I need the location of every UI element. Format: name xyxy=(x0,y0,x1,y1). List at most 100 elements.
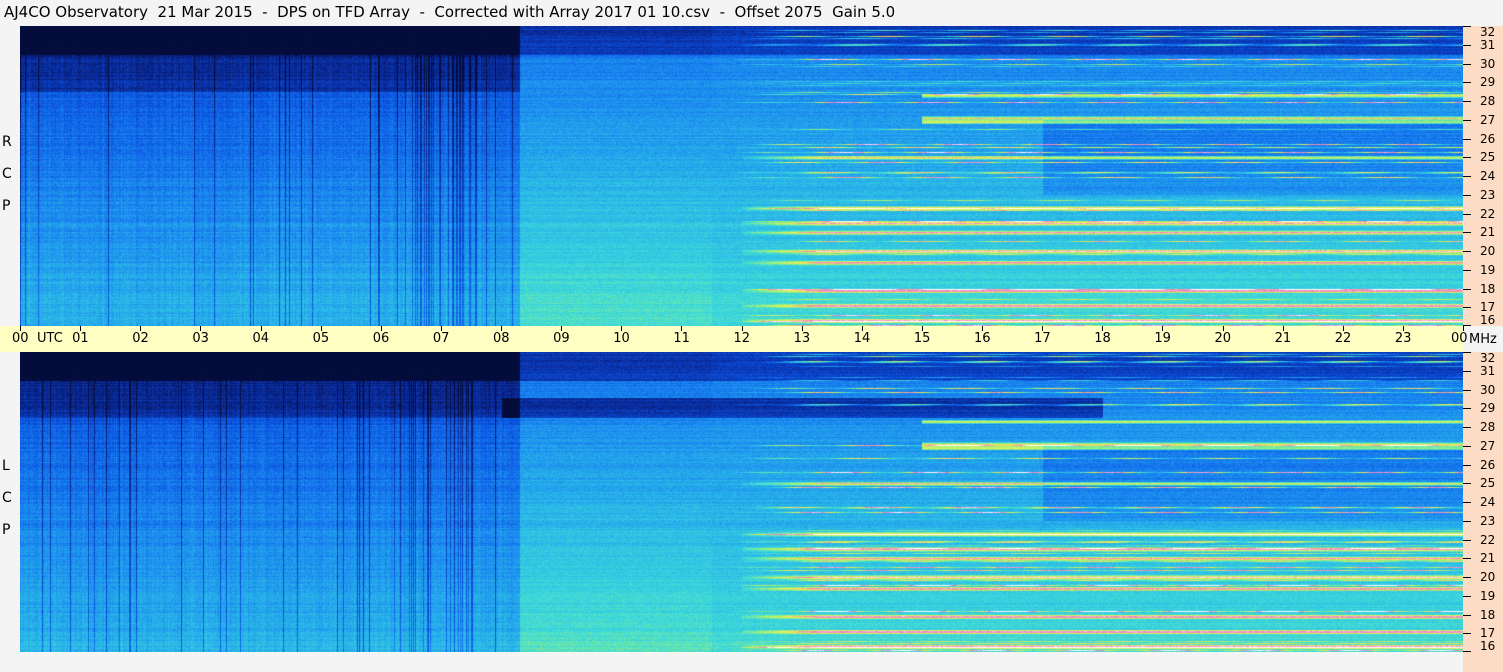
time-tick-mark xyxy=(1463,326,1464,331)
lcp-spectrogram xyxy=(20,352,1463,652)
time-tick-label: 13 xyxy=(793,331,811,346)
frequency-tick-mark xyxy=(1463,63,1471,65)
frequency-tick-label: 27 xyxy=(1480,112,1496,127)
time-tick-mark xyxy=(440,326,442,331)
frequency-tick-mark xyxy=(1463,502,1471,503)
time-tick-label: 17 xyxy=(1034,331,1051,346)
time-tick-mark xyxy=(741,326,743,331)
frequency-tick-mark xyxy=(1463,558,1471,560)
frequency-tick-label: 24 xyxy=(1480,169,1496,183)
time-tick-label: 00 xyxy=(1451,331,1468,346)
frequency-tick-label: 31 xyxy=(1480,37,1496,52)
frequency-tick-mark xyxy=(1463,633,1471,635)
time-tick-mark xyxy=(861,326,863,331)
frequency-tick-mark xyxy=(1463,44,1471,46)
frequency-tick-mark xyxy=(1463,157,1471,159)
frequency-tick-label: 27 xyxy=(1480,438,1496,453)
frequency-tick-mark xyxy=(1463,251,1471,252)
time-tick-label: 20 xyxy=(1214,331,1232,346)
time-tick-mark xyxy=(1162,326,1164,331)
time-tick-mark xyxy=(801,326,803,331)
rcp-label-c: C xyxy=(2,166,12,182)
time-tick-mark xyxy=(921,326,923,331)
time-tick-label: 22 xyxy=(1334,331,1352,346)
frequency-tick-mark xyxy=(1463,232,1471,234)
frequency-tick-label: 30 xyxy=(1480,382,1496,397)
frequency-tick-mark xyxy=(1463,269,1471,271)
time-tick-mark xyxy=(621,326,623,331)
frequency-tick-label: 16 xyxy=(1480,313,1496,327)
frequency-tick-label: 16 xyxy=(1480,639,1496,653)
frequency-tick-mark xyxy=(1463,176,1471,177)
frequency-tick-mark xyxy=(1463,82,1471,84)
frequency-tick-label: 25 xyxy=(1480,476,1496,491)
frequency-tick-mark xyxy=(1463,614,1471,616)
time-tick-label: 21 xyxy=(1274,331,1292,346)
time-tick-label: 01 xyxy=(72,331,89,346)
time-unit-label: UTC xyxy=(37,331,63,346)
frequency-tick-mark xyxy=(1463,101,1471,102)
time-tick-mark xyxy=(1102,326,1104,331)
frequency-tick-label: 17 xyxy=(1480,300,1496,315)
frequency-tick-label: 20 xyxy=(1480,570,1496,584)
time-tick-mark xyxy=(320,326,322,331)
time-tick-label: 08 xyxy=(493,331,510,346)
frequency-tick-label: 20 xyxy=(1480,244,1496,258)
frequency-tick-label: 23 xyxy=(1480,187,1496,202)
frequency-tick-label: 18 xyxy=(1480,607,1496,622)
frequency-unit-label: MHz xyxy=(1469,332,1497,347)
frequency-tick-mark xyxy=(1463,26,1471,27)
frequency-tick-label: 25 xyxy=(1480,150,1496,165)
frequency-tick-label: 31 xyxy=(1480,363,1496,378)
rcp-label-p: P xyxy=(2,198,11,214)
time-tick-label: 15 xyxy=(913,331,931,346)
time-tick-label: 00 xyxy=(12,331,29,346)
time-tick-mark xyxy=(982,326,983,331)
time-tick-label: 14 xyxy=(853,331,871,346)
time-tick-mark xyxy=(140,326,142,331)
frequency-tick-mark xyxy=(1463,307,1471,309)
frequency-tick-mark xyxy=(1463,288,1471,290)
rcp-label-r: R xyxy=(2,134,12,150)
frequency-tick-mark xyxy=(1463,464,1471,466)
frequency-tick-mark xyxy=(1463,352,1471,353)
time-tick-label: 09 xyxy=(553,331,570,346)
time-tick-label: 05 xyxy=(312,331,330,346)
frequency-tick-mark xyxy=(1463,119,1471,121)
time-tick-mark xyxy=(80,326,82,331)
frequency-tick-mark xyxy=(1463,483,1471,485)
time-tick-label: 18 xyxy=(1094,331,1111,346)
frequency-scale-footer xyxy=(1463,652,1503,672)
frequency-tick-label: 22 xyxy=(1480,206,1496,221)
time-tick-label: 07 xyxy=(432,331,450,346)
time-tick-mark xyxy=(1402,326,1404,331)
time-tick-label: 02 xyxy=(132,331,149,346)
time-tick-mark xyxy=(1042,326,1044,331)
rcp-spectrogram xyxy=(20,26,1463,326)
lcp-label-c: C xyxy=(2,490,12,506)
frequency-tick-mark xyxy=(1463,577,1471,578)
frequency-tick-mark xyxy=(1463,427,1471,428)
lcp-label-l: L xyxy=(2,458,10,474)
frequency-tick-label: 18 xyxy=(1480,281,1496,296)
frequency-tick-label: 32 xyxy=(1480,351,1496,365)
time-tick-mark xyxy=(1222,326,1224,331)
frequency-tick-label: 24 xyxy=(1480,495,1496,509)
frequency-tick-mark xyxy=(1463,539,1471,541)
frequency-tick-label: 17 xyxy=(1480,626,1496,641)
time-tick-label: 04 xyxy=(252,331,270,346)
frequency-tick-label: 21 xyxy=(1480,225,1496,240)
page-title: AJ4CO Observatory 21 Mar 2015 - DPS on T… xyxy=(4,3,896,21)
frequency-tick-label: 30 xyxy=(1480,56,1496,71)
time-tick-mark xyxy=(200,326,202,331)
frequency-tick-label: 22 xyxy=(1480,532,1496,547)
rcp-frequency-scale: 16 17 18 19 20 21 22 23 24 25 26 27 28 29 30 31 32 xyxy=(1463,26,1503,326)
time-axis: 00 01 02 03 04 05 06 07 08 09 10 11 12 13 14 15 16 17 18 19… xyxy=(0,326,1468,352)
time-tick-mark xyxy=(501,326,502,331)
time-tick-mark xyxy=(380,326,382,331)
frequency-tick-mark xyxy=(1463,520,1471,522)
frequency-tick-label: 19 xyxy=(1480,588,1496,603)
time-tick-mark xyxy=(1282,326,1284,331)
lcp-frequency-scale: 16 17 18 19 20 21 22 23 24 25 26 27 28 29 30 31 32 xyxy=(1463,352,1503,652)
time-tick-label: 03 xyxy=(192,331,209,346)
